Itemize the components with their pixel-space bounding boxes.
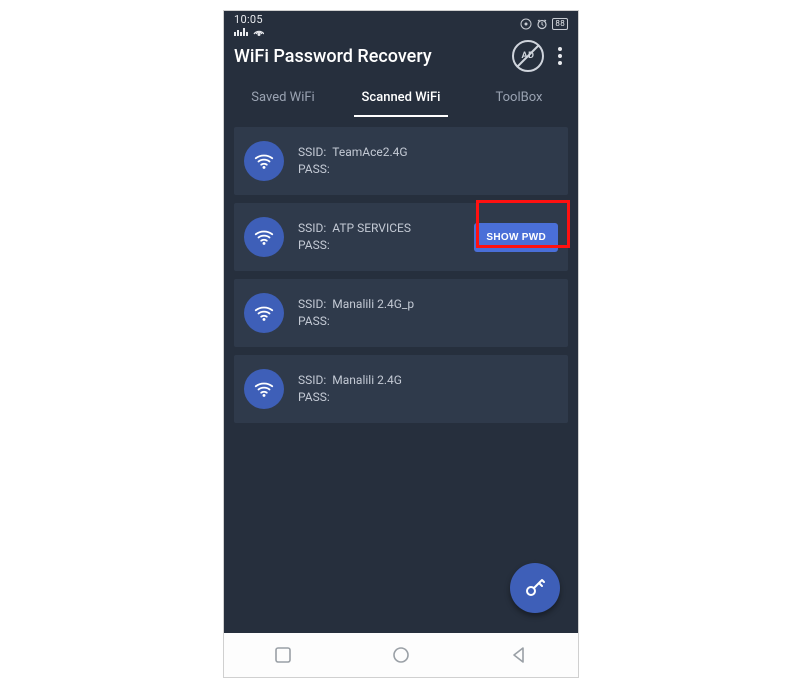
app-bar: WiFi Password Recovery AD [224,35,578,77]
tab-bar: Saved WiFi Scanned WiFi ToolBox [224,77,578,117]
network-card[interactable]: SSID: TeamAce2.4GPASS: [234,127,568,195]
show-password-button[interactable]: SHOW PWD [474,223,558,252]
ssid-value: ATP SERVICES [332,220,411,237]
wifi-icon [244,217,284,257]
nav-back-button[interactable] [508,644,530,666]
network-list: SSID:TeamAce2.4GPASS:SSID:ATP SERVICESPA… [224,117,578,423]
battery-indicator: 88 [552,18,568,30]
ssid-label: SSID: [298,144,326,161]
network-card[interactable]: SSID: ATP SERVICESPASS: SHOW PWD [234,203,568,271]
ssid-value: Manalili 2.4G_p [332,296,414,313]
network-info: SSID: ATP SERVICESPASS: [298,220,474,254]
ssid-value: TeamAce2.4G [332,144,407,161]
app-title: WiFi Password Recovery [234,46,512,67]
network-info: SSID: TeamAce2.4GPASS: [298,144,558,178]
pass-label: PASS: [298,389,330,406]
phone-screen: 10:05 88 WiFi Password Recovery AD [223,10,579,678]
fab-key-button[interactable] [510,563,560,613]
dnd-icon [520,18,532,30]
tab-label: Scanned WiFi [362,90,441,105]
status-bar: 10:05 88 [224,11,578,35]
nav-recent-button[interactable] [272,644,294,666]
status-time: 10:05 [234,13,267,36]
pass-label: PASS: [298,161,330,178]
network-info: SSID: Manalili 2.4GPASS: [298,372,558,406]
nav-home-button[interactable] [390,644,412,666]
ssid-label: SSID: [298,220,326,237]
overflow-menu-button[interactable] [552,41,568,71]
battery-percent: 88 [552,18,568,30]
network-info: SSID: Manalili 2.4G_pPASS: [298,296,558,330]
ad-label: AD [522,51,535,61]
pass-label: PASS: [298,237,330,254]
tab-label: Saved WiFi [251,90,314,105]
tab-toolbox[interactable]: ToolBox [460,77,578,117]
key-icon [523,576,547,600]
no-ads-button[interactable]: AD [512,40,544,72]
tab-scanned-wifi[interactable]: Scanned WiFi [342,77,460,117]
wifi-icon [244,293,284,333]
clock-text: 10:05 [234,13,263,26]
network-card[interactable]: SSID: Manalili 2.4GPASS: [234,355,568,423]
wifi-icon [244,141,284,181]
tab-label: ToolBox [496,90,543,105]
tab-saved-wifi[interactable]: Saved WiFi [224,77,342,117]
ssid-value: Manalili 2.4G [332,372,402,389]
android-nav-bar [224,633,578,677]
ssid-label: SSID: [298,296,326,313]
network-card[interactable]: SSID: Manalili 2.4G_pPASS: [234,279,568,347]
wifi-icon [244,369,284,409]
ssid-label: SSID: [298,372,326,389]
alarm-icon [536,18,548,30]
pass-label: PASS: [298,313,330,330]
signal-icon [234,26,267,36]
